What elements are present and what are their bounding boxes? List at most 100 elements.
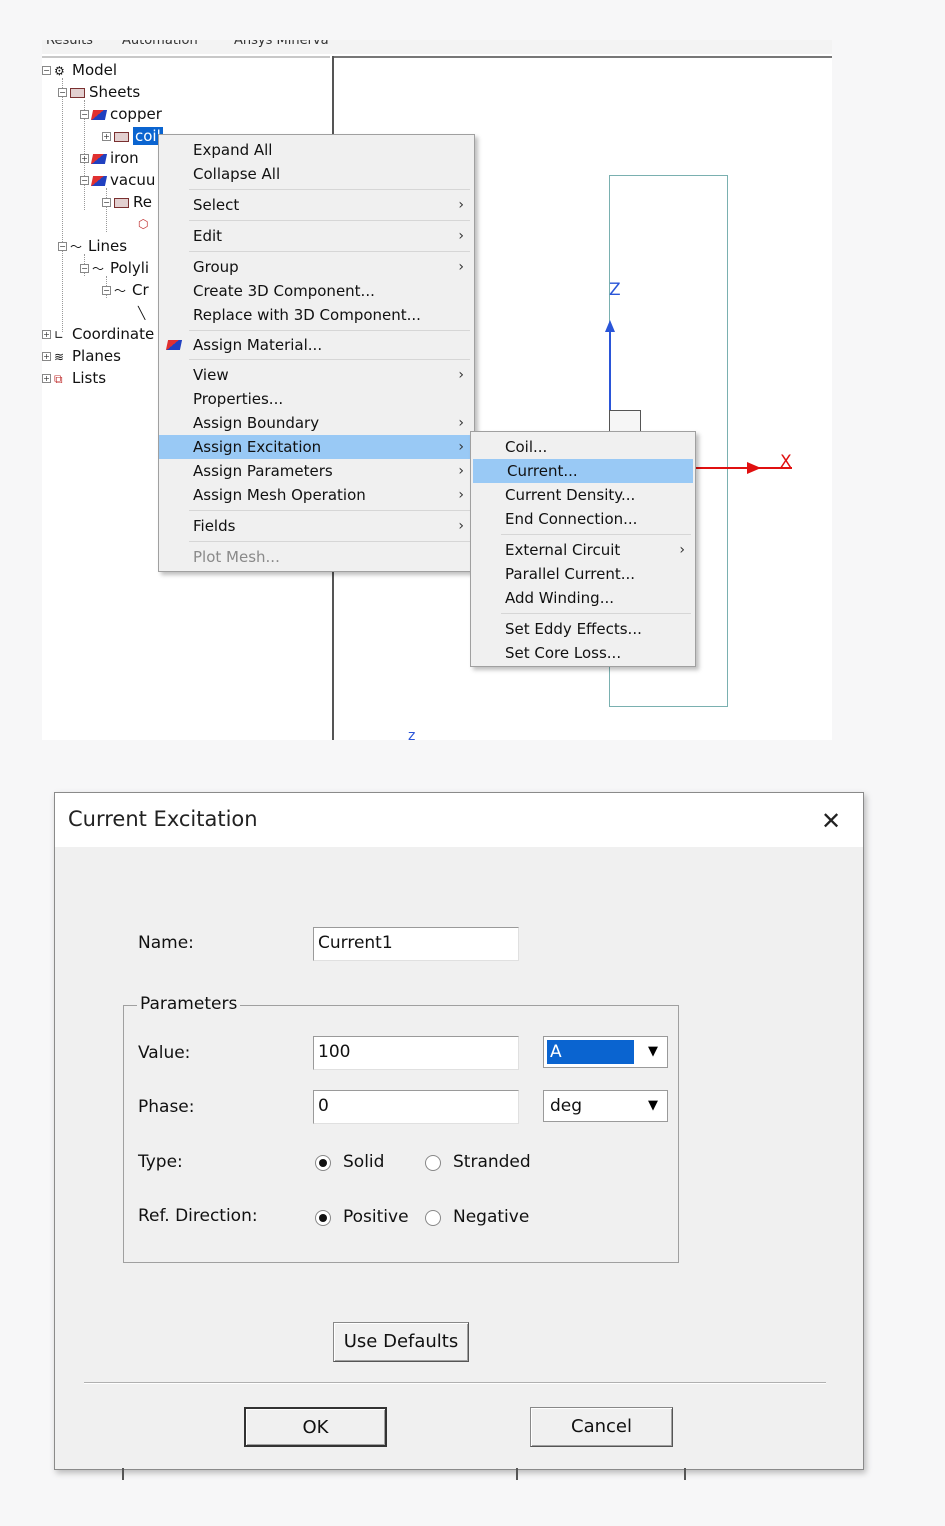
tree-top-border (42, 56, 330, 58)
tree-item-vacuum[interactable]: − vacuu (80, 169, 155, 191)
collapse-icon[interactable]: − (80, 264, 89, 273)
menu-item-assign-material[interactable]: Assign Material... (159, 333, 474, 357)
ref-positive-label[interactable]: Positive (343, 1207, 409, 1227)
menu-item-group[interactable]: Group › (159, 255, 474, 279)
submenu-arrow-icon: › (458, 228, 464, 244)
expand-icon[interactable]: + (42, 352, 51, 361)
tree-item-label: Lines (88, 237, 128, 255)
tab-automation[interactable]: Automation (122, 40, 198, 48)
submenu-item-parallel-current[interactable]: Parallel Current... (471, 562, 695, 586)
tree-item-lists[interactable]: + ⧉ Lists (42, 367, 106, 389)
menu-item-create-3d-component[interactable]: Create 3D Component... (159, 279, 474, 303)
value-unit-selected: A (547, 1040, 634, 1064)
ref-direction-label: Ref. Direction: (138, 1206, 258, 1226)
menu-item-fields[interactable]: Fields › (159, 514, 474, 538)
collapse-icon[interactable]: − (42, 66, 51, 75)
material-icon (90, 153, 108, 164)
tree-item-planes[interactable]: + ≋ Planes (42, 345, 121, 367)
menu-item-assign-excitation[interactable]: Assign Excitation › (159, 435, 474, 459)
viewport-top-border (334, 56, 832, 58)
type-stranded-radio[interactable] (425, 1155, 441, 1171)
menu-item-expand-all[interactable]: Expand All (159, 138, 474, 162)
collapse-icon[interactable]: − (102, 198, 111, 207)
menu-item-label: Set Core Loss... (505, 644, 622, 662)
coil-geometry (609, 410, 641, 432)
menu-item-assign-boundary[interactable]: Assign Boundary › (159, 411, 474, 435)
submenu-item-add-winding[interactable]: Add Winding... (471, 586, 695, 610)
tree-item-copper[interactable]: − copper (80, 103, 162, 125)
collapse-icon[interactable]: − (80, 110, 89, 119)
use-defaults-button[interactable]: Use Defaults (333, 1322, 469, 1362)
tab-results[interactable]: Results (46, 40, 93, 48)
tree-item-iron[interactable]: + iron (80, 147, 139, 169)
type-solid-radio[interactable] (315, 1155, 331, 1171)
ref-positive-radio[interactable] (315, 1210, 331, 1226)
menu-item-label: Assign Parameters (193, 462, 333, 480)
menu-item-replace-3d-component[interactable]: Replace with 3D Component... (159, 303, 474, 327)
parameters-group-label: Parameters (137, 994, 241, 1014)
menu-item-collapse-all[interactable]: Collapse All (159, 162, 474, 186)
menu-item-label: Group (193, 258, 239, 276)
tab-ansys-minerva[interactable]: Ansys Minerva (234, 40, 329, 48)
submenu-item-coil[interactable]: Coil... (471, 435, 695, 459)
menu-item-properties[interactable]: Properties... (159, 387, 474, 411)
tree-item-polyline[interactable]: − 〜 Polyli (80, 257, 149, 279)
name-label: Name: (138, 933, 194, 953)
tree-item-create-op[interactable]: ╲ (138, 301, 156, 323)
menu-item-plot-mesh[interactable]: Plot Mesh... (159, 545, 474, 569)
tree-item-model[interactable]: − ⚙ Model (42, 59, 117, 81)
name-field[interactable]: Current1 (313, 927, 519, 961)
tree-item-lines[interactable]: − 〜 Lines (58, 235, 127, 257)
chevron-down-icon[interactable]: ▼ (641, 1040, 665, 1064)
phase-field[interactable]: 0 (313, 1090, 519, 1124)
submenu-item-current-density[interactable]: Current Density... (471, 483, 695, 507)
submenu-item-current[interactable]: Current... (473, 459, 693, 483)
menu-item-label: Add Winding... (505, 589, 615, 607)
submenu-item-set-core-loss[interactable]: Set Core Loss... (471, 641, 695, 665)
collapse-icon[interactable]: − (58, 242, 67, 251)
collapse-icon[interactable]: − (102, 286, 111, 295)
tree-item-label: Planes (72, 347, 121, 365)
type-stranded-label[interactable]: Stranded (453, 1152, 531, 1172)
tree-item-region-op[interactable]: ⬡ (138, 213, 156, 235)
menu-item-assign-mesh-operation[interactable]: Assign Mesh Operation › (159, 483, 474, 507)
modeler-window: Results Automation Ansys Minerva − ⚙ Model… (42, 40, 832, 740)
collapse-icon[interactable]: − (58, 88, 67, 97)
menu-item-label: Assign Mesh Operation (193, 486, 366, 504)
value-field[interactable]: 100 (313, 1036, 519, 1070)
ref-negative-label[interactable]: Negative (453, 1207, 529, 1227)
value-unit-dropdown[interactable]: A ▼ (543, 1036, 668, 1068)
ok-button[interactable]: OK (244, 1407, 387, 1447)
close-icon[interactable]: ✕ (821, 807, 841, 835)
type-solid-label[interactable]: Solid (343, 1152, 384, 1172)
menu-item-label: Set Eddy Effects... (505, 620, 642, 638)
expand-icon[interactable]: + (42, 374, 51, 383)
tree-item-coil[interactable]: + coil (102, 125, 163, 147)
submenu-arrow-icon: › (458, 463, 464, 479)
collapse-icon[interactable]: − (80, 176, 89, 185)
menu-item-assign-parameters[interactable]: Assign Parameters › (159, 459, 474, 483)
ref-negative-radio[interactable] (425, 1210, 441, 1226)
tree-item-create[interactable]: − 〜 Cr (102, 279, 149, 301)
phase-label: Phase: (138, 1097, 195, 1117)
tree-item-region[interactable]: − Re (102, 191, 152, 213)
submenu-item-external-circuit[interactable]: External Circuit › (471, 538, 695, 562)
tree-item-label: iron (110, 149, 139, 167)
line-icon: 〜 (70, 239, 83, 254)
expand-icon[interactable]: + (80, 154, 89, 163)
menu-item-edit[interactable]: Edit › (159, 224, 474, 248)
cancel-button[interactable]: Cancel (530, 1407, 673, 1447)
submenu-item-set-eddy-effects[interactable]: Set Eddy Effects... (471, 617, 695, 641)
expand-icon[interactable]: + (102, 132, 111, 141)
phase-unit-dropdown[interactable]: deg ▼ (543, 1090, 668, 1122)
tree-item-sheets[interactable]: − Sheets (58, 81, 140, 103)
tree-item-coordinate[interactable]: + ∟ Coordinate (42, 323, 154, 345)
expand-icon[interactable]: + (42, 330, 51, 339)
menu-item-label: End Connection... (505, 510, 638, 528)
chevron-down-icon[interactable]: ▼ (641, 1094, 665, 1118)
x-axis-arrow (747, 462, 761, 474)
menu-item-view[interactable]: View › (159, 363, 474, 387)
submenu-item-end-connection[interactable]: End Connection... (471, 507, 695, 531)
menu-separator (189, 251, 470, 252)
menu-item-select[interactable]: Select › (159, 193, 474, 217)
